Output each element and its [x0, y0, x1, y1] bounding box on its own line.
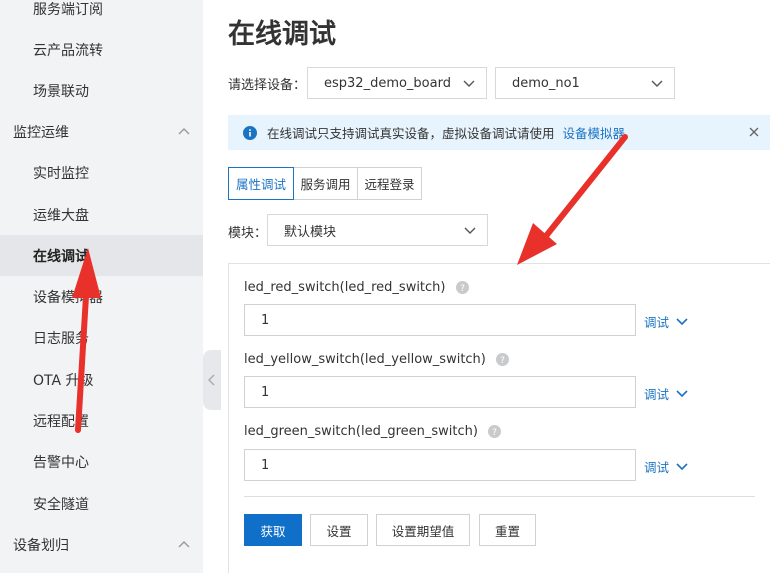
- sidebar-item-label: 服务端订阅: [33, 1, 103, 18]
- property-value: 1: [261, 312, 270, 328]
- page-title: 在线调试: [228, 19, 336, 50]
- device-select-value: demo_no1: [512, 75, 580, 91]
- debug-tabs: 属性调试 服务调用 远程登录: [228, 167, 422, 200]
- chevron-up-icon: [178, 127, 190, 134]
- debug-button-red[interactable]: 调试: [644, 312, 688, 331]
- sidebar-item-alert-center[interactable]: 告警中心: [0, 441, 203, 482]
- module-label: 模块：: [228, 226, 268, 241]
- debug-label: 调试: [644, 387, 670, 402]
- debug-button-yellow[interactable]: 调试: [644, 384, 688, 403]
- product-select-value: esp32_demo_board: [324, 75, 451, 91]
- info-icon: [243, 125, 257, 140]
- sidebar-item-cloud-product-flow[interactable]: 云产品流转: [0, 29, 203, 70]
- sidebar-item-label: 设备模拟器: [33, 289, 103, 306]
- sidebar-item-label: 远程配置: [33, 413, 89, 430]
- sidebar-item-log-service[interactable]: 日志服务: [0, 317, 203, 358]
- sidebar-item-label: 安全隧道: [33, 496, 89, 513]
- sidebar-item-remote-config[interactable]: 远程配置: [0, 400, 203, 441]
- chevron-down-icon: [676, 317, 688, 325]
- tab-label: 服务调用: [300, 177, 351, 192]
- module-select[interactable]: 默认模块: [267, 214, 488, 246]
- property-label-red: led_red_switch(led_red_switch) ?: [244, 280, 469, 295]
- device-simulator-link[interactable]: 设备模拟器: [563, 123, 626, 142]
- sidebar-group-device-assignment[interactable]: 设备划归: [0, 524, 203, 565]
- sidebar-collapse-handle[interactable]: [203, 350, 221, 410]
- debug-label: 调试: [644, 460, 670, 475]
- property-name: led_red_switch(led_red_switch): [244, 280, 446, 295]
- property-label-yellow: led_yellow_switch(led_yellow_switch) ?: [244, 352, 509, 367]
- chevron-down-icon: [676, 462, 688, 470]
- debug-label: 调试: [644, 315, 670, 330]
- property-label-green: led_green_switch(led_green_switch) ?: [244, 424, 501, 439]
- property-name: led_green_switch(led_green_switch): [244, 424, 478, 439]
- sidebar-item-ops-dashboard[interactable]: 运维大盘: [0, 194, 203, 235]
- property-name: led_yellow_switch(led_yellow_switch): [244, 352, 486, 367]
- tab-remote-login[interactable]: 远程登录: [357, 167, 422, 200]
- chevron-down-icon: [651, 80, 663, 87]
- sidebar-item-scene-linkage[interactable]: 场景联动: [0, 70, 203, 111]
- svg-text:?: ?: [460, 284, 465, 294]
- property-input-red[interactable]: 1: [244, 304, 636, 336]
- sidebar-item-label: 日志服务: [33, 330, 89, 347]
- sidebar-item-secure-tunnel[interactable]: 安全隧道: [0, 483, 203, 524]
- sidebar-item-label: 运维大盘: [33, 207, 89, 224]
- sidebar-item-realtime-monitor[interactable]: 实时监控: [0, 152, 203, 193]
- get-button[interactable]: 获取: [244, 514, 302, 546]
- help-icon[interactable]: ?: [455, 281, 469, 294]
- chevron-down-icon: [464, 227, 476, 234]
- red-arrow-down-icon: [517, 134, 628, 265]
- reset-button[interactable]: 重置: [479, 514, 536, 546]
- sidebar-group-label: 监控运维: [13, 124, 69, 141]
- device-select-label: 请选择设备：: [228, 78, 307, 93]
- help-icon[interactable]: ?: [495, 353, 509, 366]
- tab-label: 远程登录: [364, 177, 415, 192]
- sidebar-item-label: OTA 升级: [33, 372, 94, 389]
- chevron-down-icon: [463, 80, 475, 87]
- product-select[interactable]: esp32_demo_board: [307, 67, 487, 99]
- sidebar-item-label: 实时监控: [33, 165, 89, 182]
- close-icon[interactable]: [748, 126, 760, 138]
- chevron-down-icon: [676, 389, 688, 397]
- sidebar-item-label: 在线调试: [33, 248, 89, 265]
- svg-text:?: ?: [492, 428, 497, 438]
- chevron-up-icon: [178, 540, 190, 547]
- sidebar-item-ota-upgrade[interactable]: OTA 升级: [0, 359, 203, 400]
- sidebar-item-label: 告警中心: [33, 454, 89, 471]
- sidebar-item-server-subscription[interactable]: 服务端订阅: [0, 0, 203, 29]
- notice-text: 在线调试只支持调试真实设备，虚拟设备调试请使用: [267, 126, 555, 141]
- property-value: 1: [261, 457, 270, 473]
- set-button[interactable]: 设置: [310, 514, 368, 546]
- sidebar-group-label: 设备划归: [13, 537, 69, 554]
- tab-service-call[interactable]: 服务调用: [293, 167, 358, 200]
- sidebar-item-label: 云产品流转: [33, 42, 103, 59]
- property-value: 1: [261, 384, 270, 400]
- set-expected-value-button[interactable]: 设置期望值: [376, 514, 470, 546]
- sidebar-item-online-debug[interactable]: 在线调试: [0, 235, 203, 276]
- sidebar: 服务端订阅 云产品流转 场景联动 监控运维 实时监控 运维大盘 在线调试 设备模…: [0, 0, 203, 573]
- sidebar-item-label: 场景联动: [33, 83, 89, 100]
- property-input-yellow[interactable]: 1: [244, 376, 636, 408]
- sidebar-item-device-simulator[interactable]: 设备模拟器: [0, 276, 203, 317]
- device-select[interactable]: demo_no1: [495, 67, 675, 99]
- property-input-green[interactable]: 1: [244, 449, 636, 481]
- divider: [244, 496, 755, 497]
- chevron-left-icon: [208, 374, 215, 386]
- help-icon[interactable]: ?: [487, 425, 501, 438]
- tab-property-debug[interactable]: 属性调试: [228, 167, 294, 200]
- notice-banner: 在线调试只支持调试真实设备，虚拟设备调试请使用 设备模拟器: [228, 115, 770, 150]
- debug-button-green[interactable]: 调试: [644, 457, 688, 476]
- svg-text:?: ?: [500, 356, 505, 366]
- module-select-value: 默认模块: [284, 224, 337, 240]
- tab-label: 属性调试: [235, 177, 286, 192]
- sidebar-group-monitoring-ops[interactable]: 监控运维: [0, 111, 203, 152]
